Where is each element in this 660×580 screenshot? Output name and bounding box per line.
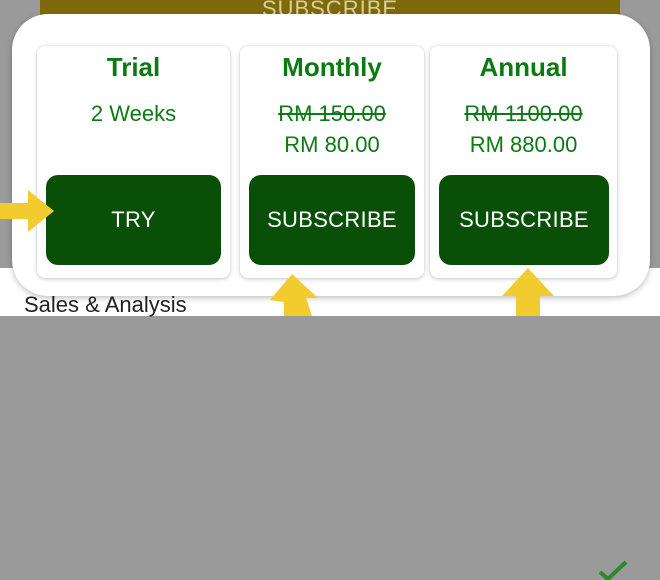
check-icon: [598, 560, 628, 580]
subscribe-monthly-button[interactable]: SUBSCRIBE: [249, 175, 415, 265]
arrow-up-icon: [270, 274, 318, 316]
arrow-up-icon: [502, 268, 554, 316]
plan-title: Monthly: [282, 52, 382, 82]
plan-price: RM 880.00: [469, 132, 578, 157]
plan-old-price: RM 150.00: [278, 101, 386, 126]
plan-duration: 2 Weeks: [90, 101, 177, 126]
plan-price: RM 80.00: [284, 132, 380, 157]
plan-card-trial: Trial 2 Weeks TRY: [37, 46, 230, 278]
arrow-right-icon: [0, 190, 54, 232]
plan-title: Annual: [479, 52, 568, 82]
try-button[interactable]: TRY: [46, 175, 221, 265]
plan-card-monthly: Monthly RM 150.00 RM 80.00 SUBSCRIBE: [240, 46, 424, 278]
plan-card-annual: Annual RM 1100.00 RM 880.00 SUBSCRIBE: [430, 46, 617, 278]
plan-title: Trial: [106, 52, 161, 82]
plan-old-price: RM 1100.00: [464, 101, 583, 126]
subscribe-annual-button[interactable]: SUBSCRIBE: [439, 175, 609, 265]
